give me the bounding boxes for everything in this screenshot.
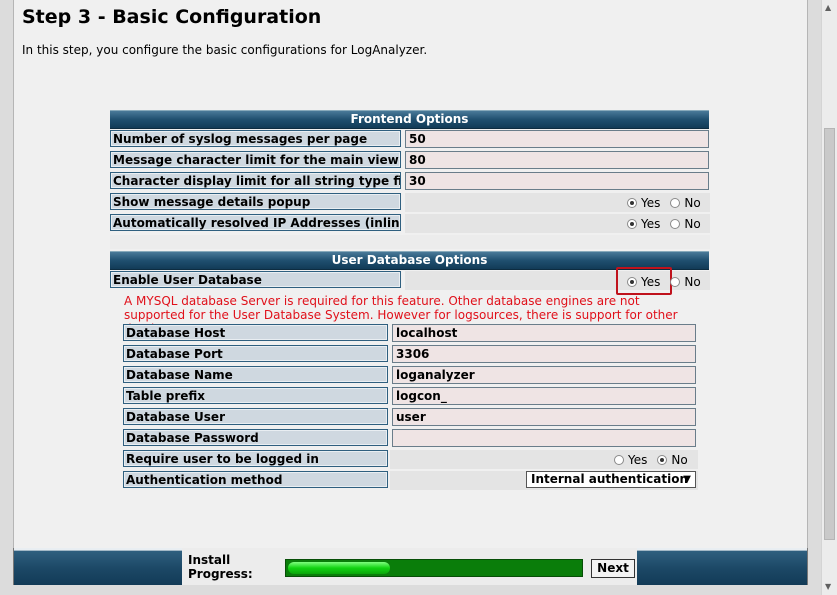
details-popup-label: Show message details popup [110, 193, 401, 210]
resolve-ip-no-radio[interactable] [670, 219, 681, 229]
database-host-input[interactable]: localhost [392, 324, 696, 342]
resolve-ip-yes-label: Yes [641, 217, 661, 231]
message-char-limit-input[interactable]: 80 [405, 151, 709, 169]
database-user-label: Database User [123, 408, 388, 425]
string-display-limit-input[interactable]: 30 [405, 172, 709, 190]
resolve-ip-label: Automatically resolved IP Addresses (inl… [110, 214, 401, 231]
resolve-ip-yes-radio[interactable] [627, 219, 637, 229]
auth-method-label: Authentication method [123, 471, 388, 488]
details-popup-yes-radio[interactable] [627, 198, 637, 208]
syslog-per-page-input[interactable]: 50 [405, 130, 709, 148]
enable-user-db-radio-group: Yes No [627, 273, 707, 291]
scroll-up-arrow-icon[interactable]: ▲ [825, 3, 831, 12]
resolve-ip-no-label: No [684, 217, 701, 231]
scroll-down-arrow-icon[interactable]: ▼ [825, 582, 831, 591]
enable-user-db-yes-radio[interactable] [627, 277, 637, 287]
database-host-label: Database Host [123, 324, 388, 341]
database-name-input[interactable]: loganalyzer [392, 366, 696, 384]
database-password-label: Database Password [123, 429, 388, 446]
install-progress-bar [285, 559, 583, 577]
database-port-input[interactable]: 3306 [392, 345, 696, 363]
string-display-limit-label: Character display limit for all string t… [110, 172, 401, 189]
page-title: Step 3 - Basic Configuration [22, 6, 322, 28]
details-popup-no-label: No [684, 196, 701, 210]
require-login-label: Require user to be logged in [123, 450, 388, 467]
chevron-down-icon: ▼ [683, 474, 691, 485]
database-port-label: Database Port [123, 345, 388, 362]
resolve-ip-radio-group: Yes No [627, 215, 707, 233]
require-login-no-label: No [671, 453, 688, 467]
message-char-limit-label: Message character limit for the main vie… [110, 151, 401, 168]
database-name-label: Database Name [123, 366, 388, 383]
frontend-options-header: Frontend Options [110, 110, 709, 129]
spacer-row [110, 235, 710, 249]
install-progress-label: Install Progress: [188, 553, 253, 581]
require-login-yes-label: Yes [628, 453, 648, 467]
enable-user-db-no-radio[interactable] [670, 277, 681, 287]
table-prefix-input[interactable]: logcon_ [392, 387, 696, 405]
details-popup-radio-group: Yes No [627, 194, 707, 212]
next-button[interactable]: Next [591, 559, 635, 578]
database-user-input[interactable]: user [392, 408, 696, 426]
vertical-scrollbar[interactable]: ▲ ▼ [821, 0, 837, 595]
enable-user-db-no-label: No [684, 275, 701, 289]
require-login-radio-group: Yes No [614, 451, 694, 469]
scrollbar-thumb[interactable] [824, 128, 835, 540]
install-progress-fill [288, 562, 390, 574]
database-password-input[interactable] [392, 429, 696, 447]
page-description: In this step, you configure the basic co… [22, 43, 428, 57]
details-popup-no-radio[interactable] [670, 198, 681, 208]
table-prefix-label: Table prefix [123, 387, 388, 404]
syslog-per-page-label: Number of syslog messages per page [110, 130, 401, 147]
enable-user-db-yes-label: Yes [641, 275, 661, 289]
require-login-no-radio[interactable] [657, 455, 668, 465]
details-popup-yes-label: Yes [641, 196, 661, 210]
auth-method-selected-value: Internal authentication [531, 472, 689, 486]
enable-user-db-label: Enable User Database [110, 271, 401, 288]
auth-method-select[interactable]: Internal authentication ▼ [526, 471, 696, 488]
require-login-yes-radio[interactable] [614, 455, 624, 465]
